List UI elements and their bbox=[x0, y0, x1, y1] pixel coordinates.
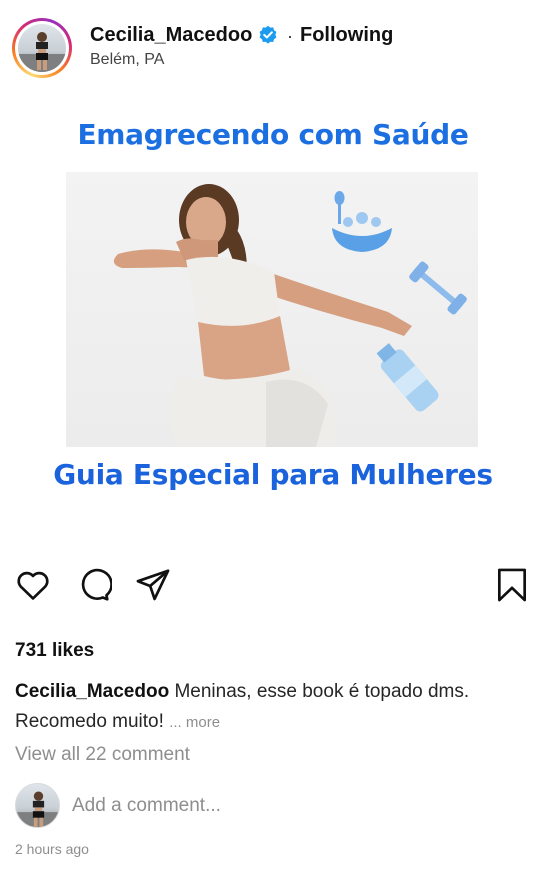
fitness-photo bbox=[66, 172, 478, 447]
commenter-avatar bbox=[15, 783, 60, 828]
bookmark-icon bbox=[497, 568, 527, 602]
food-bowl-icon bbox=[332, 191, 392, 252]
caption-username[interactable]: Cecilia_Macedoo bbox=[15, 681, 169, 702]
like-button[interactable] bbox=[13, 565, 53, 605]
location-link[interactable]: Belém, PA bbox=[90, 51, 164, 69]
separator-dot: · bbox=[287, 26, 293, 46]
add-comment-row bbox=[15, 783, 530, 829]
heart-icon bbox=[17, 571, 49, 600]
avatar-person-figure bbox=[16, 791, 59, 827]
water-bottle-icon bbox=[376, 343, 439, 412]
comment-icon bbox=[81, 568, 112, 601]
more-link[interactable]: ... more bbox=[169, 714, 220, 731]
profile-avatar[interactable] bbox=[12, 18, 72, 78]
share-icon bbox=[136, 569, 170, 601]
share-button[interactable] bbox=[133, 565, 173, 605]
likes-count[interactable]: 731 likes bbox=[15, 640, 94, 662]
image-title-bottom: Guia Especial para Mulheres bbox=[53, 458, 493, 491]
post-header: Cecilia_Macedoo · Following Belém, PA bbox=[0, 0, 546, 90]
comment-button[interactable] bbox=[73, 565, 113, 605]
post-caption: Cecilia_Macedoo Meninas, esse book é top… bbox=[15, 677, 530, 738]
woman-exercising-illustration bbox=[113, 184, 467, 447]
verified-badge-icon bbox=[259, 25, 277, 44]
avatar-image bbox=[18, 24, 66, 72]
image-title-top: Emagrecendo com Saúde bbox=[77, 118, 469, 151]
avatar-person-figure bbox=[18, 32, 66, 72]
following-button[interactable]: Following bbox=[300, 24, 393, 47]
view-all-comments-link[interactable]: View all 22 comment bbox=[15, 744, 190, 766]
dumbbell-icon bbox=[409, 261, 467, 315]
post-image[interactable]: Emagrecendo com Saúde Guia Especial para… bbox=[0, 92, 546, 540]
post-timestamp: 2 hours ago bbox=[15, 841, 89, 857]
save-button[interactable] bbox=[492, 565, 532, 605]
action-bar bbox=[0, 565, 546, 615]
comment-input[interactable] bbox=[72, 793, 512, 819]
username-link[interactable]: Cecilia_Macedoo bbox=[90, 24, 252, 47]
